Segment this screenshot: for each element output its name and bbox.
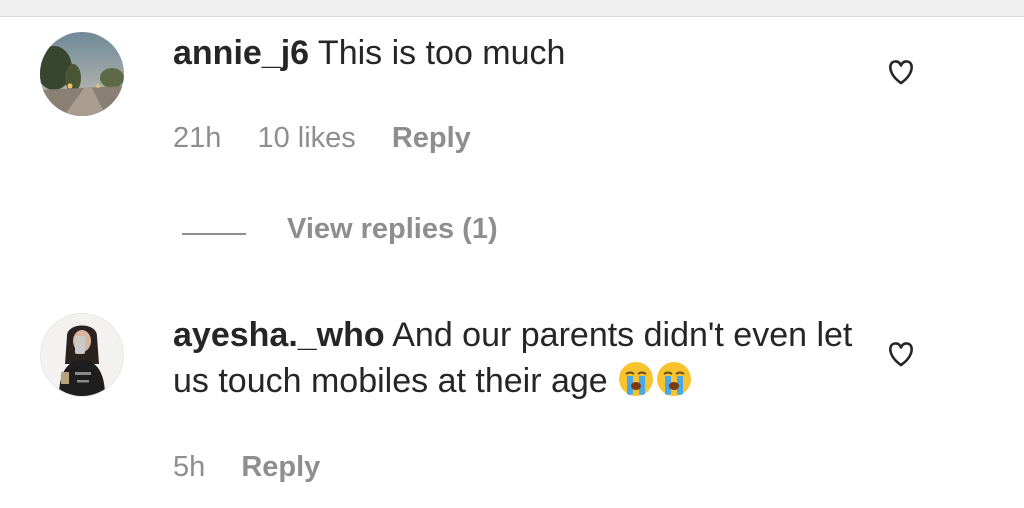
avatar-annie[interactable]: [40, 32, 124, 116]
comment-username[interactable]: ayesha._who: [173, 316, 385, 354]
view-replies-button[interactable]: View replies (1): [287, 213, 498, 246]
comment-username[interactable]: annie_j6: [173, 34, 309, 72]
comment-body: This is too much: [317, 34, 566, 72]
top-bar: [0, 0, 1024, 17]
comment-text: ayesha._who And our parents didn't even …: [173, 312, 853, 410]
avatar-ayesha[interactable]: [40, 313, 124, 397]
heart-icon[interactable]: [886, 58, 916, 86]
comment-text: annie_j6 This is too much: [173, 30, 853, 76]
replies-divider: [182, 233, 246, 235]
comment-time: 5h: [173, 451, 206, 483]
comment-meta: 21h 10 likes Reply: [173, 122, 499, 155]
comment-time: 21h: [173, 122, 222, 154]
reply-button[interactable]: Reply: [241, 451, 320, 483]
heart-icon[interactable]: [886, 340, 916, 368]
comment-likes[interactable]: 10 likes: [257, 122, 355, 154]
reply-button[interactable]: Reply: [392, 122, 471, 154]
loudly-crying-face-icon: [617, 360, 655, 410]
comment-meta: 5h Reply: [173, 451, 348, 484]
loudly-crying-face-icon: [655, 360, 693, 410]
